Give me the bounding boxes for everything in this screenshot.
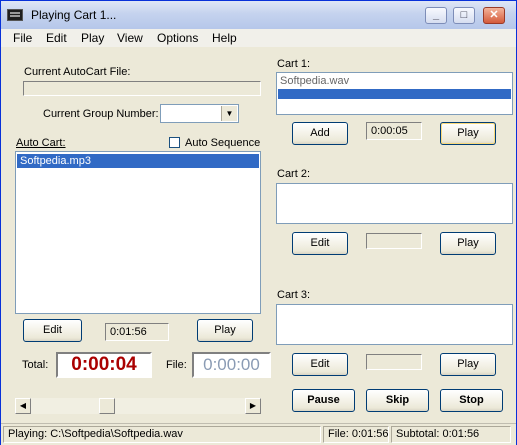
stop-button[interactable]: Stop — [440, 389, 503, 412]
horizontal-scrollbar[interactable]: ◀ ▶ — [15, 398, 261, 414]
minimize-button[interactable]: _ — [425, 7, 447, 24]
cart3-time-display — [366, 354, 422, 370]
status-subtotal: Subtotal: 0:01:56 — [391, 426, 511, 443]
cart2-play-button[interactable]: Play — [440, 232, 496, 255]
cart1-add-button[interactable]: Add — [292, 122, 348, 145]
autocart-play-button[interactable]: Play — [197, 319, 253, 342]
list-item[interactable]: Softpedia.mp3 — [17, 154, 259, 168]
cart3-play-button[interactable]: Play — [440, 353, 496, 376]
menu-play[interactable]: Play — [81, 31, 104, 45]
autocart-time-display: 0:01:56 — [105, 323, 169, 341]
menu-edit[interactable]: Edit — [46, 31, 67, 45]
status-bar: Playing: C:\Softpedia\Softpedia.wav File… — [1, 423, 516, 445]
maximize-button[interactable]: □ — [453, 7, 475, 24]
menu-bar: File Edit Play View Options Help — [1, 29, 516, 47]
status-playing: Playing: C:\Softpedia\Softpedia.wav — [3, 426, 321, 443]
scroll-right-icon[interactable]: ▶ — [245, 398, 261, 414]
cart3-list[interactable] — [276, 304, 513, 345]
file-time-display: 0:00:00 — [192, 352, 271, 378]
cart2-edit-button[interactable]: Edit — [292, 232, 348, 255]
autocart-edit-button[interactable]: Edit — [23, 319, 82, 342]
total-time-display: 0:00:04 — [56, 352, 152, 378]
autocart-label: Auto Cart: — [16, 137, 66, 149]
scrollbar-thumb[interactable] — [99, 398, 115, 414]
chevron-down-icon[interactable]: ▼ — [221, 106, 237, 121]
list-item[interactable]: Softpedia.wav — [280, 75, 349, 87]
pause-button[interactable]: Pause — [292, 389, 355, 412]
scroll-left-icon[interactable]: ◀ — [15, 398, 31, 414]
total-label: Total: — [22, 359, 49, 371]
list-item[interactable] — [278, 89, 511, 99]
cart3-edit-button[interactable]: Edit — [292, 353, 348, 376]
cart1-play-button[interactable]: Play — [440, 122, 496, 145]
group-number-label: Current Group Number: — [43, 108, 159, 120]
cart1-time-display: 0:00:05 — [366, 122, 422, 140]
close-button[interactable]: ✕ — [483, 7, 505, 24]
autocart-list[interactable]: Softpedia.mp3 — [15, 151, 261, 314]
window-title: Playing Cart 1... — [31, 8, 117, 22]
cart2-time-display — [366, 233, 422, 249]
auto-sequence-label: Auto Sequence — [185, 137, 261, 149]
title-bar[interactable]: Playing Cart 1... _ □ ✕ — [1, 1, 516, 29]
file-label: File: — [166, 359, 187, 371]
cart3-label: Cart 3: — [277, 289, 311, 301]
menu-view[interactable]: View — [117, 31, 143, 45]
app-icon — [7, 9, 23, 21]
skip-button[interactable]: Skip — [366, 389, 429, 412]
menu-help[interactable]: Help — [212, 31, 237, 45]
group-number-select[interactable]: ▼ — [160, 104, 239, 123]
cart2-label: Cart 2: — [277, 168, 311, 180]
autocart-file-label: Current AutoCart File: — [24, 66, 131, 78]
autocart-file-field — [23, 81, 261, 96]
menu-file[interactable]: File — [13, 31, 32, 45]
cart2-list[interactable] — [276, 183, 513, 224]
menu-options[interactable]: Options — [157, 31, 198, 45]
status-file: File: 0:01:56 — [323, 426, 389, 443]
main-window: Playing Cart 1... _ □ ✕ File Edit Play V… — [0, 0, 517, 445]
cart1-label: Cart 1: — [277, 58, 311, 70]
cart1-list[interactable]: Softpedia.wav — [276, 72, 513, 115]
auto-sequence-checkbox[interactable] — [169, 137, 180, 148]
